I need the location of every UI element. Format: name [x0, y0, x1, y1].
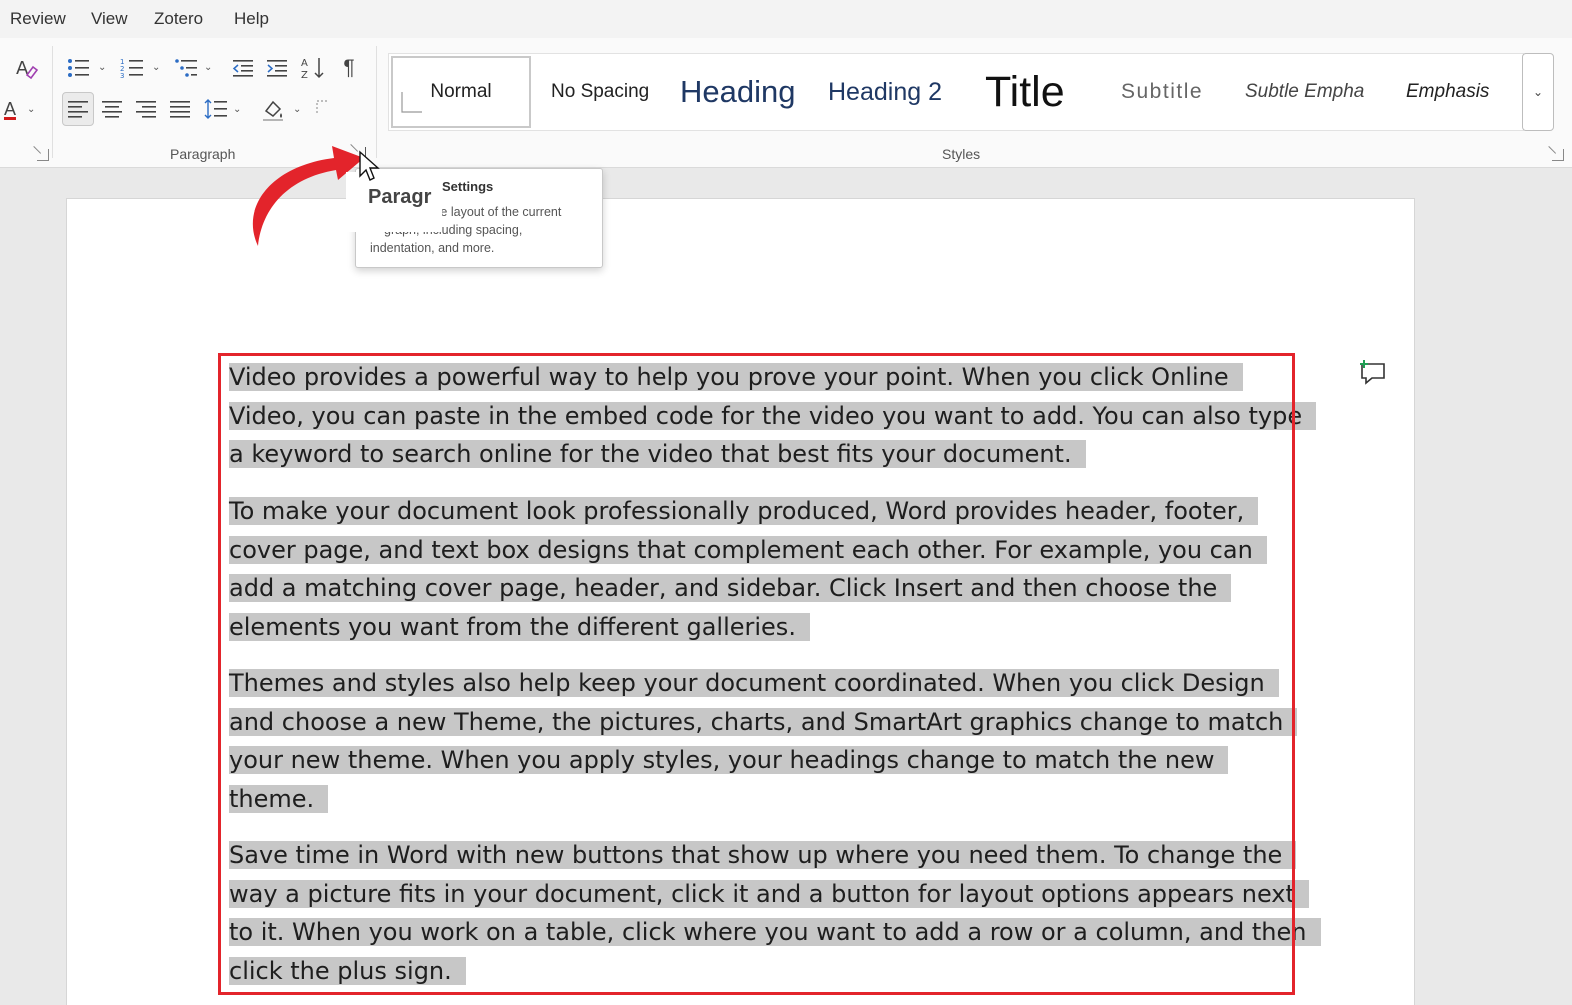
style-subtitle-label: Subtitle	[1121, 80, 1204, 103]
ribbon-separator	[376, 46, 377, 158]
style-subtitle[interactable]: Subtitle	[1121, 54, 1203, 130]
menu-view[interactable]: View	[91, 9, 128, 29]
style-heading-2[interactable]: Heading 2	[828, 54, 942, 130]
justify-icon[interactable]	[166, 94, 194, 124]
shading-dropdown-icon[interactable]: ⌄	[293, 104, 301, 115]
show-marks-icon[interactable]: ¶	[337, 54, 361, 82]
font-color-glyph: A	[3, 98, 16, 119]
svg-text:Z: Z	[301, 70, 308, 81]
style-title-label: Title	[985, 67, 1065, 116]
font-color-icon[interactable]: A	[0, 96, 20, 122]
menu-zotero[interactable]: Zotero	[154, 9, 203, 29]
line-spacing-dropdown-icon[interactable]: ⌄	[233, 104, 241, 115]
align-right-icon[interactable]	[132, 94, 160, 124]
font-color-dropdown-icon[interactable]: ⌄	[27, 104, 35, 115]
paragraph-mark-icon	[401, 92, 422, 113]
line-spacing-icon[interactable]	[202, 94, 230, 124]
styles-dialog-launcher-icon[interactable]	[1552, 149, 1564, 161]
style-emphasis-label: Emphasis	[1406, 81, 1490, 102]
style-emphasis[interactable]: Emphasis	[1406, 54, 1489, 130]
style-no-spacing-label: No Spacing	[551, 81, 650, 102]
style-subtle-emphasis-label: Subtle Empha	[1245, 81, 1365, 102]
menu-review[interactable]: Review	[10, 9, 66, 29]
style-normal-label: Normal	[430, 81, 492, 102]
ribbon: A A ⌄ ⌄ 123 ⌄ ⌄ AZ ¶ ⌄ ⌄ Paragraph Norma…	[0, 38, 1572, 168]
menu-bar: Review View Zotero Help	[0, 0, 1572, 38]
pilcrow-glyph: ¶	[343, 56, 355, 79]
style-subtle-emphasis[interactable]: Subtle Empha	[1245, 54, 1377, 130]
style-heading-1-label: Heading	[680, 74, 796, 109]
multilevel-dropdown-icon[interactable]: ⌄	[204, 62, 212, 73]
style-heading-2-label: Heading 2	[828, 77, 942, 106]
new-comment-icon[interactable]	[1358, 358, 1388, 388]
chevron-down-icon: ⌄	[1532, 85, 1544, 99]
style-no-spacing[interactable]: No Spacing	[551, 54, 649, 130]
numbering-dropdown-icon[interactable]: ⌄	[152, 62, 160, 73]
styles-more-button[interactable]: ⌄	[1522, 53, 1554, 131]
style-normal[interactable]: Normal	[391, 56, 531, 128]
style-title[interactable]: Title	[985, 54, 1065, 130]
svg-text:A: A	[301, 58, 308, 69]
bullets-icon[interactable]	[64, 54, 92, 82]
paragraph-group-label: Paragraph	[170, 146, 236, 162]
tooltip-zoom-title: Paragr	[368, 186, 432, 208]
ribbon-separator	[52, 46, 53, 158]
clear-formatting-icon[interactable]: A	[12, 54, 40, 82]
shading-icon[interactable]	[258, 94, 288, 126]
decrease-indent-icon[interactable]	[229, 54, 257, 82]
font-dialog-launcher-icon[interactable]	[37, 149, 49, 161]
tooltip-desc-line: indentation, and more.	[370, 241, 495, 255]
sort-icon[interactable]: AZ	[299, 54, 327, 82]
svg-text:3: 3	[120, 72, 124, 79]
highlight-box	[218, 353, 1295, 995]
numbering-icon[interactable]: 123	[118, 54, 146, 82]
style-heading-1[interactable]: Heading	[680, 54, 808, 130]
increase-indent-icon[interactable]	[263, 54, 291, 82]
styles-gallery: Normal No Spacing Heading Heading 2 Titl…	[388, 53, 1524, 131]
menu-help[interactable]: Help	[234, 9, 269, 29]
bullets-dropdown-icon[interactable]: ⌄	[98, 62, 106, 73]
multilevel-list-icon[interactable]	[172, 54, 200, 82]
align-left-icon[interactable]	[62, 92, 94, 126]
align-center-icon[interactable]	[98, 94, 126, 124]
borders-icon[interactable]	[312, 94, 334, 120]
tooltip-title: Settings	[442, 179, 494, 194]
mouse-cursor-icon	[359, 150, 380, 181]
styles-group-label: Styles	[942, 146, 981, 162]
